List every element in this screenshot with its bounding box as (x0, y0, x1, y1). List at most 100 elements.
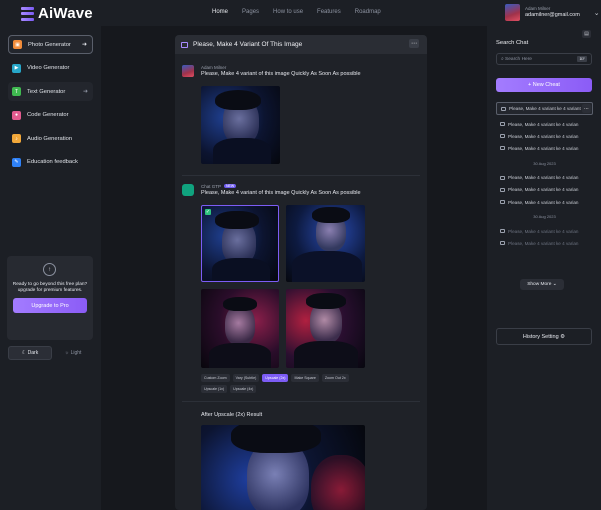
message-text: Please, Make 4 variant of this image Qui… (201, 71, 361, 77)
chevron-down-icon: ⌄ (551, 282, 557, 287)
sidebar-item-video-generator[interactable]: ▶ Video Generator (8, 59, 93, 78)
variant-actions: Custom Zoom Vary (Subtle) Upscale (2x) M… (201, 374, 371, 393)
arrow-right-icon: ➜ (81, 42, 87, 48)
history-setting-button[interactable]: History Setting ⚙ (496, 328, 592, 345)
result-label: After Upscale (2x) Result (201, 412, 263, 418)
new-badge: NEW (224, 184, 237, 188)
chatgpt-icon (182, 184, 194, 196)
variant-image-2[interactable] (286, 205, 365, 282)
user-email: adamilner@gmail.com (525, 12, 580, 18)
gear-icon: ⚙ (558, 333, 566, 340)
list-item[interactable]: Please, Make 4 variant ke 4 varian (496, 237, 593, 249)
upscale-4x-button[interactable]: Upscale (4x) (230, 385, 257, 393)
chat-panel: Please, Make 4 Variant Of This Image ⋯ A… (175, 35, 427, 510)
chat-icon (500, 200, 505, 205)
chat-icon (500, 134, 505, 139)
list-item[interactable]: Please, Make 4 variant ke 4 varian (496, 225, 593, 237)
chat-icon (500, 146, 505, 151)
zoom-out-2x-button[interactable]: Zoom Out 2x (321, 374, 349, 382)
message-author: Adam Milner (201, 65, 227, 70)
nav-home[interactable]: Home (212, 9, 228, 15)
variant-image-1[interactable]: ✓ (201, 205, 279, 282)
list-item[interactable]: Please, Make 4 variant ke 4 varian (496, 118, 593, 130)
video-icon: ▶ (12, 63, 21, 73)
search-placeholder: Search Here (505, 56, 532, 62)
search-shortcut: ⌘F (577, 56, 587, 62)
sidebar-item-label: Text Generator (27, 88, 66, 95)
date-separator: 30 Aug 2023 (533, 214, 556, 220)
make-square-button[interactable]: Make Square (291, 374, 319, 382)
chat-icon (500, 229, 505, 234)
panel-toggle-icon[interactable]: ▤ (582, 30, 591, 38)
top-bar: AiWave Home Pages How to use Features Ro… (0, 0, 601, 26)
variant-image-3[interactable] (201, 289, 279, 368)
text-icon: T (12, 87, 21, 96)
sidebar-item-label: Education feedback (27, 159, 78, 165)
nav-roadmap[interactable]: Roadmap (355, 9, 381, 15)
custom-zoom-button[interactable]: Custom Zoom (201, 374, 230, 382)
nav-how-to-use[interactable]: How to use (273, 9, 303, 15)
main-nav: Home Pages How to use Features Roadmap (212, 9, 381, 15)
sidebar-item-audio-generation[interactable]: ♪ Audio Generation (8, 129, 93, 148)
vary-subtle-button[interactable]: Vary (Subtle) (232, 374, 260, 382)
nav-features[interactable]: Features (317, 9, 341, 15)
source-image[interactable] (201, 86, 280, 164)
message-author: Chat GTP NEW (201, 184, 237, 189)
sidebar-item-photo-generator[interactable]: ▣ Photo Generator ➜ (8, 35, 93, 54)
theme-light-label: Light (70, 350, 82, 356)
sidebar-item-label: Photo Generator (28, 41, 71, 48)
promo-text: Ready to go beyond this free plan? upgra… (12, 282, 88, 293)
tool-menu: ▣ Photo Generator ➜ ▶ Video Generator T … (8, 35, 93, 176)
list-item[interactable]: Please, Make 4 variant ke 4 varian (496, 172, 593, 184)
date-separator: 30 Aug 2023 (533, 160, 556, 166)
sidebar-item-education-feedback[interactable]: ✎ Education feedback (8, 153, 93, 172)
theme-dark-label: Dark (27, 350, 39, 356)
chat-icon (181, 41, 188, 48)
history-sidebar: ▤ Search Chat ⌕ Search Here ⌘F + New Che… (487, 26, 601, 510)
upgrade-button[interactable]: Upgrade to Pro (13, 298, 87, 313)
arrow-up-icon: ↑ (43, 263, 56, 276)
education-icon: ✎ (12, 157, 21, 167)
image-icon: ▣ (13, 40, 22, 49)
chat-header: Please, Make 4 Variant Of This Image ⋯ (175, 35, 427, 54)
chevron-down-icon[interactable]: ⌄ (594, 9, 600, 17)
list-item[interactable]: Please, Make 4 variant ke 4 variant ⋯ (496, 102, 593, 115)
theme-dark-button[interactable]: ☾ Dark (8, 346, 52, 360)
chat-icon (500, 187, 505, 192)
sidebar-item-label: Video Generator (27, 65, 70, 71)
left-sidebar: ▣ Photo Generator ➜ ▶ Video Generator T … (0, 26, 101, 510)
variant-image-4[interactable] (286, 289, 365, 368)
list-item[interactable]: Please, Make 4 variant ke 4 varian (496, 142, 593, 154)
sidebar-item-code-generator[interactable]: ● Code Generator (8, 106, 93, 125)
list-item[interactable]: Please, Make 4 variant ke 4 varian (496, 196, 593, 208)
chat-history-list: Please, Make 4 variant ke 4 variant ⋯ Pl… (496, 102, 593, 250)
brand-name: AiWave (38, 5, 93, 22)
upscaled-image[interactable] (201, 425, 365, 510)
user-menu[interactable]: Adam Milner adamilner@gmail.com ⌄ (505, 4, 600, 21)
brand-logo[interactable]: AiWave (21, 5, 93, 22)
avatar (182, 65, 194, 77)
more-options-button[interactable]: ⋯ (409, 39, 419, 48)
arrow-right-icon: ➜ (82, 89, 88, 95)
chat-icon (500, 175, 505, 180)
upscale-1x-button[interactable]: Upscale (1x) (201, 385, 228, 393)
show-more-button[interactable]: Show More ⌄ (520, 279, 564, 290)
nav-pages[interactable]: Pages (242, 9, 259, 15)
search-input[interactable]: ⌕ Search Here ⌘F (496, 53, 592, 65)
divider (182, 401, 420, 402)
check-icon: ✓ (205, 209, 211, 215)
upscale-2x-button[interactable]: Upscale (2x) (262, 374, 289, 382)
theme-toggle: ☾ Dark ☼ Light (8, 346, 94, 360)
theme-light-button[interactable]: ☼ Light (52, 346, 94, 360)
sidebar-item-label: Code Generator (27, 112, 69, 118)
chat-title: Please, Make 4 Variant Of This Image (193, 41, 303, 48)
more-options-icon[interactable]: ⋯ (582, 104, 591, 113)
logo-icon (21, 6, 34, 21)
new-chat-button[interactable]: + New Cheat (496, 78, 592, 92)
sidebar-item-label: Audio Generation (27, 135, 73, 142)
upgrade-card: ↑ Ready to go beyond this free plan? upg… (7, 256, 93, 340)
list-item[interactable]: Please, Make 4 variant ke 4 varian (496, 130, 593, 142)
sidebar-item-text-generator[interactable]: T Text Generator ➜ (8, 82, 93, 101)
divider (182, 175, 420, 176)
list-item[interactable]: Please, Make 4 variant ke 4 varian (496, 184, 593, 196)
